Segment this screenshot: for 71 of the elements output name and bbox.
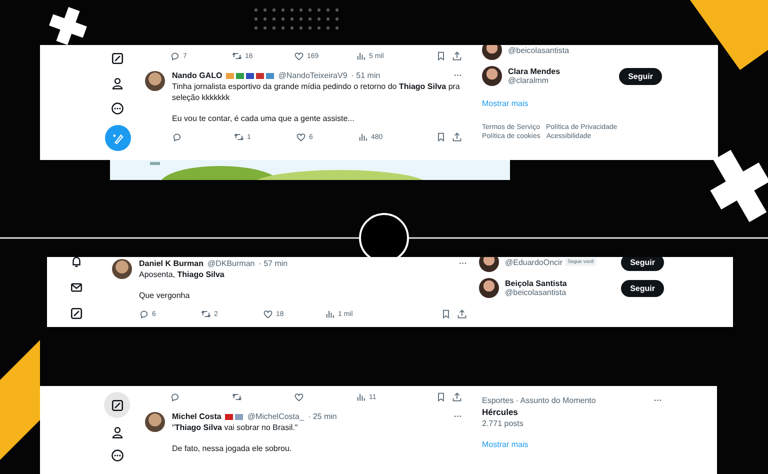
heart-icon[interactable]	[263, 309, 273, 319]
author-name[interactable]: Daniel K Burman	[139, 259, 204, 268]
avatar[interactable]	[145, 412, 165, 432]
tweet-text: "Thiago Silva vai sobrar no Brasil."	[172, 422, 299, 433]
more-options-icon[interactable]: ···	[454, 412, 462, 421]
share-icon[interactable]	[452, 51, 462, 61]
compose-icon[interactable]	[68, 305, 85, 322]
tweet-text: Tinha jornalista esportivo da grande mídia pedindo o retorno do Thiago Silva pra seleção kkkkkkk	[172, 81, 461, 103]
reply-icon[interactable]	[170, 392, 180, 402]
tweet-text: Eu vou te contar, é cada uma que a gente assiste...	[172, 113, 356, 124]
author-name[interactable]: Michel Costa	[172, 412, 222, 421]
repost-icon[interactable]	[201, 309, 211, 319]
trend-context: Esportes · Assunto do Momento	[482, 396, 596, 405]
heart-icon[interactable]	[294, 392, 304, 402]
heart-icon[interactable]	[294, 51, 304, 61]
more-icon[interactable]	[109, 100, 126, 117]
tweet-text: Aposenta, Thiago Silva	[139, 269, 226, 280]
user-handle[interactable]: @claralmm	[508, 76, 549, 85]
repost-icon[interactable]	[232, 392, 242, 402]
avatar[interactable]	[112, 259, 132, 279]
reply-icon[interactable]	[139, 309, 149, 319]
tweet-text: Que vergonha	[139, 290, 191, 301]
author-handle[interactable]: @MichelCosta_	[247, 412, 304, 421]
post-count: 2.771 posts	[482, 419, 524, 428]
follow-button[interactable]: Seguir	[621, 257, 664, 270]
compose-icon[interactable]	[109, 50, 126, 67]
post-button[interactable]	[105, 125, 131, 151]
repost-icon[interactable]	[232, 51, 242, 61]
more-icon[interactable]	[109, 447, 126, 464]
user-handle[interactable]: @EduardoOncir	[505, 258, 562, 266]
post-time: · 57 min	[258, 259, 288, 268]
emoji-badges-drawing	[225, 414, 244, 420]
bookmark-icon[interactable]	[436, 51, 446, 61]
bookmark-icon[interactable]	[441, 309, 451, 319]
views-icon[interactable]	[356, 392, 366, 402]
avatar[interactable]	[145, 71, 165, 91]
repost-icon[interactable]	[234, 132, 244, 142]
more-options-icon[interactable]: ···	[454, 71, 462, 80]
author-name[interactable]: Nando GALO	[172, 71, 222, 80]
share-icon[interactable]	[452, 132, 462, 142]
user-handle[interactable]: @beicolasantista	[505, 288, 566, 297]
author-handle[interactable]: @NandoTeixeiraV9	[278, 71, 348, 80]
reply-icon[interactable]	[172, 132, 182, 142]
views-icon[interactable]	[356, 51, 366, 61]
avatar[interactable]	[479, 257, 499, 272]
user-name[interactable]: Beiçola Santista	[505, 279, 616, 288]
avatar[interactable]	[482, 45, 502, 60]
post-time: · 25 min	[308, 412, 337, 421]
compose-icon[interactable]	[104, 392, 130, 418]
tweet-text: De fato, nessa jogada ele sobrou.	[172, 443, 293, 454]
more-options-icon[interactable]: ···	[459, 259, 467, 268]
more-options-icon[interactable]: ···	[654, 396, 662, 405]
reply-icon[interactable]	[170, 51, 180, 61]
avatar[interactable]	[479, 278, 499, 298]
heart-icon[interactable]	[296, 132, 306, 142]
share-icon[interactable]	[457, 309, 467, 319]
emoji-badges-drawing	[226, 72, 274, 78]
user-handle[interactable]: @beicolasantista	[508, 46, 570, 54]
views-icon[interactable]	[325, 309, 335, 319]
share-icon[interactable]	[452, 392, 462, 402]
feather-plus-icon[interactable]	[112, 132, 124, 144]
trend-title[interactable]: Hércules	[482, 407, 662, 417]
bookmark-icon[interactable]	[436, 392, 446, 402]
user-name[interactable]: Clara Mendes	[508, 67, 614, 76]
post-time: · 51 min	[351, 71, 380, 80]
follow-button[interactable]: Seguir	[621, 280, 664, 296]
follow-button[interactable]: Seguir	[619, 68, 662, 84]
bookmark-icon[interactable]	[436, 132, 446, 142]
author-handle[interactable]: @DKBurman	[207, 259, 255, 268]
avatar[interactable]	[482, 66, 502, 86]
views-icon[interactable]	[358, 132, 368, 142]
